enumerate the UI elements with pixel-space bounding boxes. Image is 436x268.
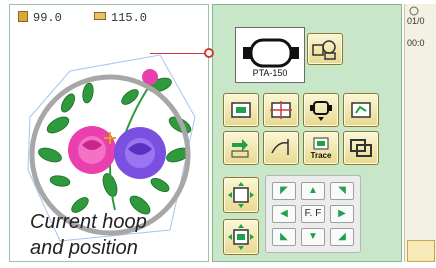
preview-design-button[interactable] bbox=[223, 93, 259, 127]
reposition-icon bbox=[231, 139, 249, 158]
center-cross-icon bbox=[270, 101, 292, 119]
hoop-select-button[interactable]: PTA-150 bbox=[235, 27, 305, 83]
status-panel: 01/0 00:0 bbox=[404, 4, 436, 262]
hoop-label: PTA-150 bbox=[252, 68, 288, 78]
sewing-needle-icon bbox=[271, 139, 289, 155]
trace-label: Trace bbox=[310, 150, 332, 160]
time-readout: 00:0 bbox=[407, 38, 425, 48]
arrow-down-button[interactable]: ▼ bbox=[301, 228, 325, 246]
control-panel: PTA-150 Trace ◤ ▲ ◥ ◀ F. F ▶ ◣ ▼ ◢ bbox=[212, 4, 402, 262]
design-move-button[interactable] bbox=[223, 219, 259, 255]
frame-feed-button[interactable]: F. F bbox=[301, 205, 325, 223]
arrow-up-left-button[interactable]: ◤ bbox=[272, 182, 296, 200]
date-readout: 01/0 bbox=[407, 16, 425, 26]
center-position-button[interactable] bbox=[263, 93, 299, 127]
arrow-pad: ◤ ▲ ◥ ◀ F. F ▶ ◣ ▼ ◢ bbox=[265, 175, 361, 253]
design-check-icon bbox=[351, 102, 371, 118]
design-position-button[interactable] bbox=[307, 33, 343, 65]
hoop-home-icon bbox=[310, 101, 332, 121]
frame-switch-icon bbox=[350, 139, 372, 157]
trace-button[interactable]: Trace bbox=[303, 131, 339, 165]
design-move-icon bbox=[228, 224, 254, 250]
arrow-up-button[interactable]: ▲ bbox=[301, 182, 325, 200]
hoop-move-icon bbox=[228, 182, 254, 208]
design-preview-panel: 99.0 115.0 Current hoop and position bbox=[9, 4, 209, 262]
clock-icon bbox=[409, 6, 419, 16]
hoop-home-button[interactable] bbox=[303, 93, 339, 127]
hoop-icon bbox=[243, 38, 299, 68]
connector-dot bbox=[204, 48, 214, 58]
status-menu-button[interactable] bbox=[407, 240, 435, 262]
arrow-down-right-button[interactable]: ◢ bbox=[330, 228, 354, 246]
trace-icon bbox=[313, 137, 329, 149]
arrow-up-right-button[interactable]: ◥ bbox=[330, 182, 354, 200]
hoop-move-button[interactable] bbox=[223, 177, 259, 213]
caption-line-1: Current hoop bbox=[30, 211, 147, 233]
arrow-down-left-button[interactable]: ◣ bbox=[272, 228, 296, 246]
trace-sewing-button[interactable] bbox=[263, 131, 299, 165]
reposition-button[interactable] bbox=[223, 131, 259, 165]
design-check-button[interactable] bbox=[343, 93, 379, 127]
arrow-right-button[interactable]: ▶ bbox=[330, 205, 354, 223]
frame-switch-button[interactable] bbox=[343, 131, 379, 165]
design-preview-icon bbox=[231, 102, 251, 118]
caption-line-2: and position bbox=[30, 237, 138, 259]
arrow-left-button[interactable]: ◀ bbox=[272, 205, 296, 223]
hoop-position-icon bbox=[312, 40, 336, 60]
connector-line bbox=[150, 53, 210, 54]
